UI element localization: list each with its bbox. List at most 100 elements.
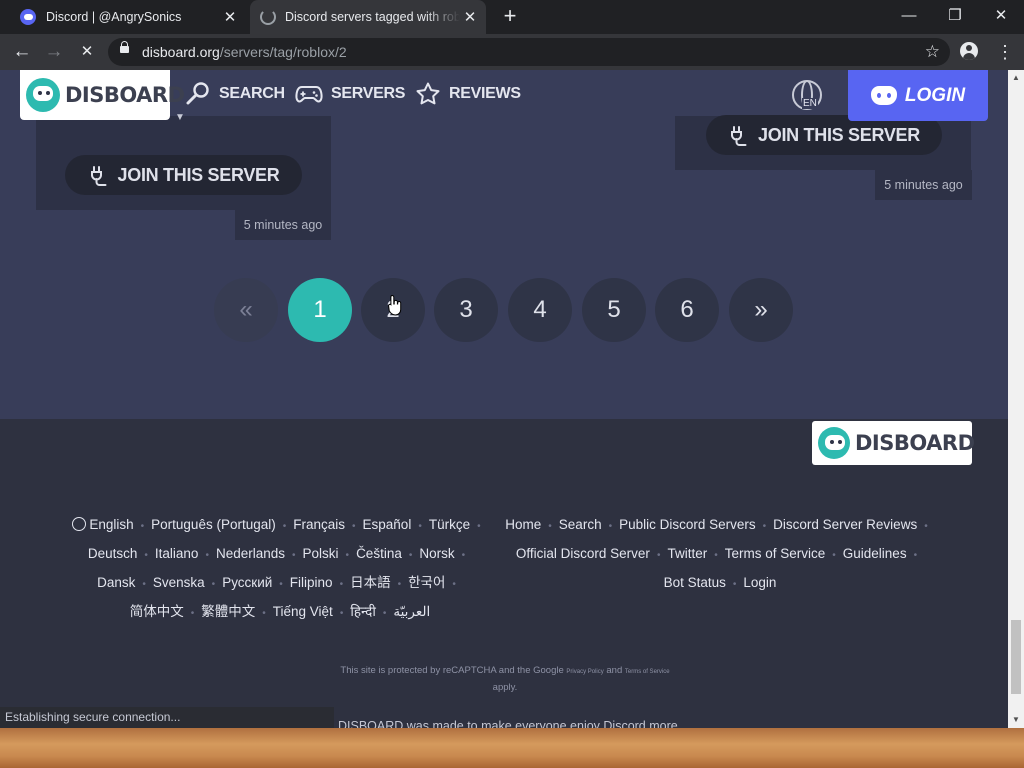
separator-dot: • — [339, 579, 344, 590]
pagination-page-4[interactable]: 4 — [508, 278, 572, 342]
footer-language-link[interactable]: Deutsch — [88, 546, 138, 561]
browser-tab-strip: Discord | @AngrySonics ✕ Discord servers… — [0, 0, 1024, 34]
bookmark-star-icon[interactable]: ☆ — [925, 40, 940, 64]
nav-search[interactable]: SEARCH — [185, 80, 285, 108]
minimize-window-icon[interactable]: — — [886, 0, 932, 30]
footer-link[interactable]: Terms of Service — [725, 546, 826, 561]
plug-icon — [731, 126, 747, 146]
separator-dot: • — [762, 521, 767, 532]
restore-window-icon[interactable]: ❐ — [932, 0, 978, 30]
scrollbar-thumb[interactable] — [1011, 620, 1021, 694]
back-arrow-icon[interactable]: ← — [9, 40, 35, 64]
profile-avatar-icon[interactable] — [960, 42, 978, 60]
tab-disboard[interactable]: Discord servers tagged with roblox ✕ — [250, 0, 486, 34]
tab-title: Discord | @AngrySonics — [46, 10, 182, 24]
close-window-icon[interactable]: ✕ — [978, 0, 1024, 30]
page-viewport: JOIN THIS SERVER 5 minutes ago JOIN THIS… — [0, 70, 1008, 728]
separator-dot: • — [477, 521, 481, 532]
privacy-policy-link[interactable]: Privacy Policy — [566, 669, 603, 675]
separator-dot: • — [924, 521, 928, 532]
globe-icon — [72, 517, 87, 531]
recaptcha-notice: This site is protected by reCAPTCHA and … — [340, 665, 670, 693]
url-text[interactable]: disboard.org/servers/tag/roblox/2 — [142, 38, 347, 66]
footer-language-link[interactable]: Čeština — [356, 546, 402, 561]
footer-link[interactable]: Bot Status — [664, 575, 726, 590]
join-server-button[interactable]: JOIN THIS SERVER — [706, 115, 942, 155]
footer-language-link[interactable]: 繁體中文 — [201, 604, 255, 619]
browser-status-text: Establishing secure connection... — [0, 707, 334, 728]
separator-dot: • — [382, 608, 387, 619]
footer-language-link[interactable]: Русский — [222, 575, 272, 590]
separator-dot: • — [345, 550, 350, 561]
footer-link[interactable]: Official Discord Server — [516, 546, 650, 561]
footer-link[interactable]: Home — [505, 517, 541, 532]
footer-language-link[interactable]: 简体中文 — [130, 604, 184, 619]
footer-language-list: English • Português (Portugal) • Français • Es… — [70, 511, 490, 627]
scroll-up-arrow-icon[interactable]: ▲ — [1008, 70, 1024, 86]
footer-language-link[interactable]: Nederlands — [216, 546, 285, 561]
footer-language-link[interactable]: Norsk — [419, 546, 454, 561]
pagination-page-1[interactable]: 1 — [288, 278, 352, 342]
footer-language-link[interactable]: Français — [293, 517, 345, 532]
server-updated-time: 5 minutes ago — [875, 170, 972, 200]
footer-language-link[interactable]: 한국어 — [408, 575, 445, 590]
login-button[interactable]: LOGIN — [848, 70, 988, 121]
footer-language-link[interactable]: Filipino — [290, 575, 333, 590]
footer-language-link[interactable]: Türkçe — [429, 517, 470, 532]
footer-disboard-logo[interactable]: DISBOARD — [812, 421, 975, 465]
footer-language-link[interactable]: العربيّة — [393, 604, 430, 619]
tab-discord[interactable]: Discord | @AngrySonics ✕ — [8, 0, 246, 34]
loading-spinner-icon — [260, 9, 276, 25]
star-icon — [416, 82, 440, 105]
footer-language-link[interactable]: English — [89, 517, 133, 532]
footer-link[interactable]: Public Discord Servers — [619, 517, 756, 532]
search-icon — [186, 82, 209, 105]
footer-language-link[interactable]: Polski — [303, 546, 339, 561]
footer-link[interactable]: Guidelines — [843, 546, 907, 561]
chevron-down-icon[interactable]: ▼ — [175, 112, 185, 123]
forward-arrow-icon[interactable]: → — [41, 40, 67, 64]
new-tab-plus-icon[interactable]: + — [498, 4, 522, 28]
footer-language-link[interactable]: Español — [363, 517, 412, 532]
page-scrollbar[interactable]: ▲ ▼ — [1008, 70, 1024, 728]
disboard-logo[interactable]: DISBOARD — [20, 70, 185, 120]
hand-cursor-icon — [388, 294, 402, 316]
pagination-next[interactable]: » — [729, 278, 793, 342]
stop-loading-icon[interactable]: ✕ — [74, 40, 100, 64]
close-tab-icon[interactable]: ✕ — [220, 8, 240, 26]
separator-dot: • — [339, 608, 344, 619]
discord-logo-icon — [870, 86, 897, 105]
scroll-down-arrow-icon[interactable]: ▼ — [1008, 712, 1024, 728]
nav-reviews[interactable]: REVIEWS — [415, 80, 521, 108]
separator-dot: • — [190, 608, 195, 619]
footer-language-link[interactable]: Tiếng Việt — [273, 604, 333, 619]
browser-menu-icon[interactable]: ⋮ — [996, 40, 1014, 64]
address-bar[interactable]: disboard.org/servers/tag/roblox/2 ☆ — [108, 38, 950, 66]
footer-language-link[interactable]: Português (Portugal) — [151, 517, 276, 532]
pagination-prev[interactable]: « — [214, 278, 278, 342]
disboard-robot-icon — [818, 427, 850, 459]
footer-language-link[interactable]: हिन्दी — [350, 604, 376, 619]
separator-dot: • — [452, 579, 456, 590]
terms-of-service-link[interactable]: Terms of Service — [625, 669, 670, 675]
separator-dot: • — [140, 521, 145, 532]
footer-link-list: Home • Search • Public Discord Servers • Disco… — [505, 511, 935, 598]
browser-toolbar: ← → ✕ disboard.org/servers/tag/roblox/2 … — [0, 34, 1024, 70]
pagination-page-6[interactable]: 6 — [655, 278, 719, 342]
close-tab-icon[interactable]: ✕ — [460, 8, 480, 26]
footer-language-link[interactable]: 日本語 — [350, 575, 391, 590]
nav-servers[interactable]: SERVERS — [295, 80, 405, 108]
separator-dot: • — [418, 521, 422, 532]
footer-link[interactable]: Search — [559, 517, 602, 532]
join-server-button[interactable]: JOIN THIS SERVER — [65, 155, 302, 195]
footer-link[interactable]: Twitter — [667, 546, 707, 561]
footer-language-link[interactable]: Italiano — [155, 546, 199, 561]
footer-link[interactable]: Login — [743, 575, 776, 590]
pagination-page-3[interactable]: 3 — [434, 278, 498, 342]
footer-language-link[interactable]: Dansk — [97, 575, 135, 590]
footer-link[interactable]: Discord Server Reviews — [773, 517, 917, 532]
footer-language-link[interactable]: Svenska — [153, 575, 205, 590]
separator-dot: • — [832, 550, 836, 561]
server-updated-time: 5 minutes ago — [235, 210, 331, 240]
pagination-page-5[interactable]: 5 — [582, 278, 646, 342]
